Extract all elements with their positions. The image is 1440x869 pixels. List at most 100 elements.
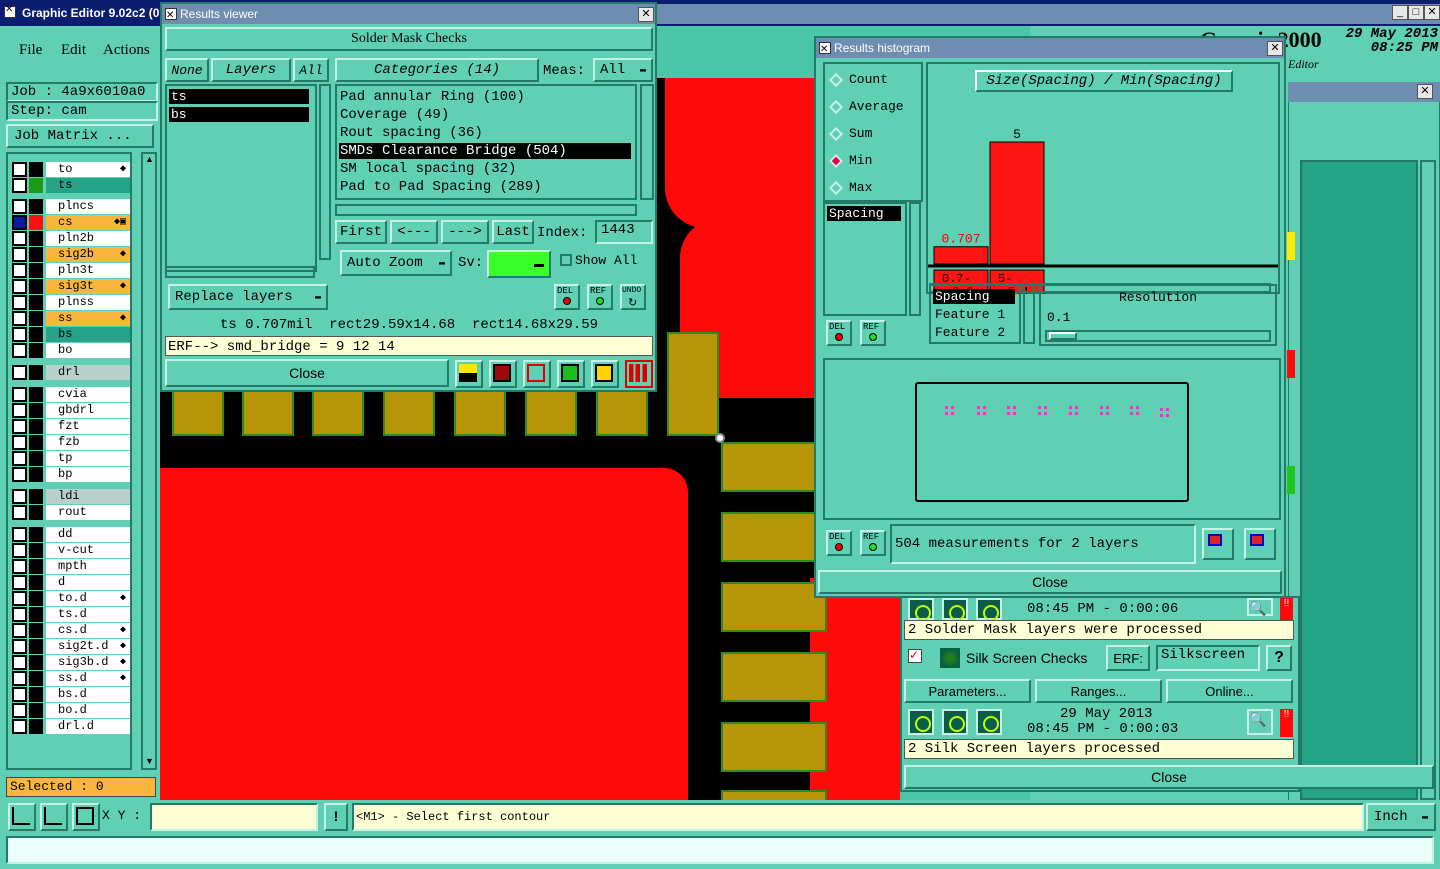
- measurement-marker[interactable]: [1007, 412, 1010, 415]
- layer-name[interactable]: to.d ◆: [46, 591, 130, 606]
- measurement-marker[interactable]: [1106, 406, 1109, 409]
- histogram-bar[interactable]: [989, 141, 1045, 265]
- layer-color-swatch[interactable]: [29, 231, 43, 246]
- layer-row[interactable]: ts.d: [12, 607, 130, 622]
- minimize-icon[interactable]: _: [1392, 5, 1408, 20]
- layer-checkbox[interactable]: [12, 263, 27, 278]
- first-button[interactable]: First: [335, 220, 387, 244]
- layer-name[interactable]: ts.d: [46, 607, 130, 622]
- category-item[interactable]: Coverage (49): [339, 107, 631, 123]
- smd-pad[interactable]: [525, 390, 577, 436]
- layer-row[interactable]: sig2t.d ◆: [12, 639, 130, 654]
- layer-color-swatch[interactable]: [29, 263, 43, 278]
- menu-edit[interactable]: Edit: [61, 42, 86, 59]
- layer-checkbox[interactable]: [12, 451, 27, 466]
- measurement-marker[interactable]: [1007, 406, 1010, 409]
- feature-list[interactable]: Spacing Feature 1 Feature 2: [929, 284, 1021, 344]
- layer-name[interactable]: sig3b.d ◆: [46, 655, 130, 670]
- measurement-marker[interactable]: [977, 412, 980, 415]
- layer-row[interactable]: pln2b: [12, 231, 130, 246]
- layer-color-swatch[interactable]: [29, 543, 43, 558]
- layer-name[interactable]: ldi: [46, 489, 130, 504]
- ranges-button[interactable]: Ranges...: [1035, 679, 1162, 703]
- layer-color-swatch[interactable]: [29, 178, 43, 193]
- measurement-marker[interactable]: [1160, 414, 1163, 417]
- maximize-icon[interactable]: □: [1408, 5, 1424, 20]
- layer-row[interactable]: tp: [12, 451, 130, 466]
- histogram-titlebar[interactable]: Results histogram: [816, 38, 1284, 58]
- measurement-marker[interactable]: [1166, 408, 1169, 411]
- layer-name[interactable]: tp: [46, 451, 130, 466]
- layer-checkbox[interactable]: [12, 591, 27, 606]
- radio-icon[interactable]: [828, 180, 844, 196]
- feature-item-spacing[interactable]: Spacing: [933, 289, 1015, 304]
- category-hscroll[interactable]: [335, 204, 637, 216]
- xy-input[interactable]: [150, 803, 318, 831]
- smd-pad[interactable]: [721, 512, 827, 562]
- results-close-button[interactable]: Close: [165, 359, 449, 387]
- layer-color-swatch[interactable]: [29, 671, 43, 686]
- layer-name[interactable]: ss ◆: [46, 311, 130, 326]
- measurement-marker[interactable]: [945, 412, 948, 415]
- layer-row[interactable]: ts: [12, 178, 130, 193]
- online-button[interactable]: Online...: [1166, 679, 1293, 703]
- layer-row[interactable]: bo.d: [12, 703, 130, 718]
- layer-checkbox[interactable]: [12, 365, 27, 380]
- layer-checkbox[interactable]: [12, 403, 27, 418]
- measurement-marker[interactable]: [1013, 412, 1016, 415]
- layer-name[interactable]: plncs: [46, 199, 130, 214]
- category-item[interactable]: Rout spacing (36): [339, 125, 631, 141]
- index-input[interactable]: 1443: [595, 220, 653, 244]
- none-button[interactable]: None: [165, 58, 209, 82]
- layer-result-hscroll[interactable]: [165, 266, 315, 278]
- solder-run-icon[interactable]: [908, 598, 934, 621]
- job-matrix-button[interactable]: Job Matrix ...: [6, 124, 154, 148]
- layer-list[interactable]: to ◆ ts plncs cs ◆▣ pln2b sig2b ◆ pln3t sig3t ◆ plns…: [6, 152, 132, 770]
- smd-pad[interactable]: [721, 582, 827, 632]
- category-item[interactable]: Pad to Pad Spacing (289): [339, 179, 631, 195]
- silk-checkbox[interactable]: ✓: [908, 649, 922, 663]
- layer-name[interactable]: cvia: [46, 387, 130, 402]
- measurement-marker[interactable]: [945, 406, 948, 409]
- measurement-marker[interactable]: [1075, 412, 1078, 415]
- layer-name[interactable]: fzt: [46, 419, 130, 434]
- measurement-marker[interactable]: [983, 412, 986, 415]
- last-button[interactable]: Last: [492, 220, 534, 244]
- layer-color-swatch[interactable]: [29, 559, 43, 574]
- report-icon[interactable]: [591, 360, 619, 388]
- layer-row[interactable]: cs ◆▣: [12, 215, 130, 230]
- solder-erf-icon[interactable]: [976, 598, 1002, 621]
- checks-close-button[interactable]: Close: [904, 765, 1434, 789]
- layer-name[interactable]: sig3t ◆: [46, 279, 130, 294]
- measurement-marker[interactable]: [1100, 412, 1103, 415]
- layer-checkbox[interactable]: [12, 639, 27, 654]
- layer-name[interactable]: ss.d ◆: [46, 671, 130, 686]
- layer-color-swatch[interactable]: [29, 311, 43, 326]
- layer-color-swatch[interactable]: [29, 387, 43, 402]
- layer-row[interactable]: drl: [12, 365, 130, 380]
- prev-button[interactable]: <---: [390, 220, 438, 244]
- layer-color-swatch[interactable]: [29, 655, 43, 670]
- measurement-marker[interactable]: [1013, 406, 1016, 409]
- smd-pad[interactable]: [312, 390, 364, 436]
- histogram-close-button[interactable]: Close: [818, 570, 1282, 594]
- smd-pad[interactable]: [383, 390, 435, 436]
- layer-name[interactable]: sig2t.d ◆: [46, 639, 130, 654]
- layer-color-swatch[interactable]: [29, 419, 43, 434]
- result-layer-item[interactable]: ts: [169, 89, 309, 104]
- layer-color-swatch[interactable]: [29, 365, 43, 380]
- units-dropdown[interactable]: Inch ▬: [1366, 803, 1436, 831]
- layer-checkbox[interactable]: [12, 467, 27, 482]
- layer-name[interactable]: cs.d ◆: [46, 623, 130, 638]
- layer-checkbox[interactable]: [12, 505, 27, 520]
- radio-icon[interactable]: [828, 99, 844, 115]
- measurement-marker[interactable]: [1136, 412, 1139, 415]
- smd-pad[interactable]: [242, 390, 294, 436]
- layer-name[interactable]: mpth: [46, 559, 130, 574]
- feature-list-scroll[interactable]: [1023, 284, 1035, 344]
- resolution-slider-thumb[interactable]: [1049, 332, 1077, 340]
- layer-checkbox[interactable]: [12, 419, 27, 434]
- layer-row[interactable]: dd: [12, 527, 130, 542]
- layer-name[interactable]: drl: [46, 365, 130, 380]
- layer-row[interactable]: cvia: [12, 387, 130, 402]
